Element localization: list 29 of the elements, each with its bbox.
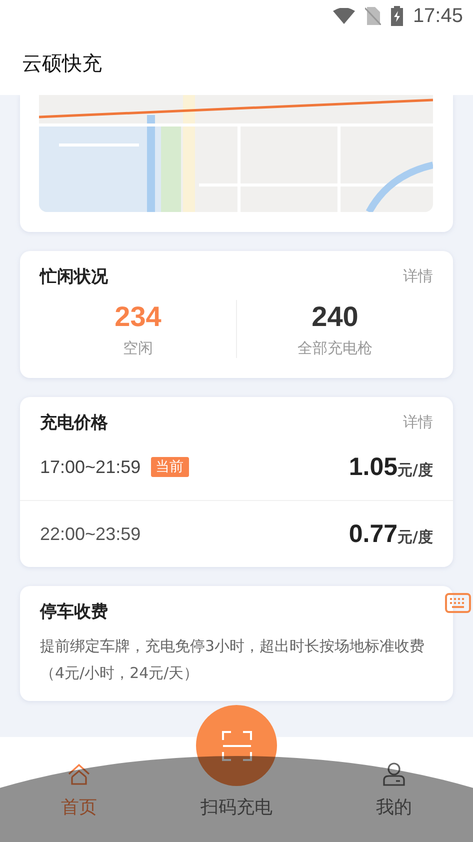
card-title: 充电价格 xyxy=(40,412,108,434)
details-link[interactable]: 详情 xyxy=(403,267,433,286)
price-value: 0.77 xyxy=(348,520,398,548)
map-placeholder[interactable] xyxy=(39,95,433,212)
scan-icon xyxy=(222,730,252,760)
no-sim-icon xyxy=(364,7,381,25)
stat-value: 240 xyxy=(312,300,358,332)
card-title: 停车收费 xyxy=(40,601,108,623)
wifi-icon xyxy=(332,8,355,24)
card-title: 忙闲状况 xyxy=(40,266,108,288)
battery-icon xyxy=(390,6,403,26)
tab[interactable]: 我的 xyxy=(334,759,454,819)
tab[interactable]: 首页 xyxy=(18,759,139,819)
home-icon xyxy=(66,763,91,785)
time-range: 17:00~21:59 xyxy=(40,456,141,478)
time-range: 22:00~23:59 xyxy=(40,524,141,544)
stat-label: 全部充电枪 xyxy=(298,338,372,358)
price-unit: 元/度 xyxy=(398,528,433,546)
stat-label: 空闲 xyxy=(123,338,153,358)
price-value: 1.05 xyxy=(348,452,398,482)
price-unit: 元/度 xyxy=(398,460,433,480)
keyboard-button[interactable] xyxy=(443,591,473,615)
stat-value: 234 xyxy=(114,300,162,332)
clock-time: 17:45 xyxy=(412,4,463,28)
page-title: 云硕快充 xyxy=(22,50,102,77)
current-badge: 当前 xyxy=(150,457,189,477)
person-icon xyxy=(383,762,406,786)
parking-description: 提前绑定车牌，充电免停3小时，超出时长按场地标准收费（4元/小时，24元/天） xyxy=(40,636,426,684)
details-link[interactable]: 详情 xyxy=(403,413,433,432)
